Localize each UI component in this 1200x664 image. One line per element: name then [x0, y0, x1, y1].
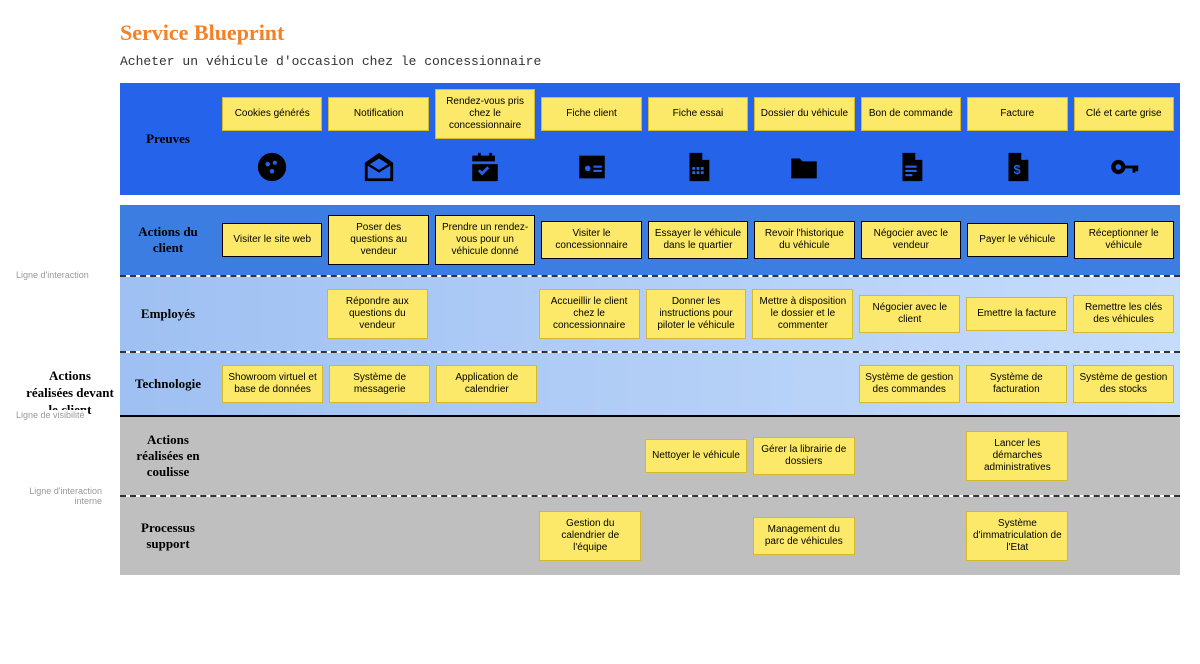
- lane-technology: Technologie Showroom virtuel et base de …: [120, 353, 1180, 415]
- diagram-subtitle: Acheter un véhicule d'occasion chez le c…: [120, 54, 1180, 69]
- empty-slot: [222, 519, 322, 553]
- evidence-card: Clé et carte grise: [1074, 97, 1174, 131]
- employees-row: Répondre aux questions du vendeur Accuei…: [216, 277, 1180, 351]
- invoice-icon: $: [967, 149, 1067, 185]
- customer-action-card: Prendre un rendez-vous pour un véhicule …: [435, 215, 535, 265]
- employee-action-card: Donner les instructions pour piloter le …: [646, 289, 747, 339]
- blueprint-canvas: Service Blueprint Acheter un véhicule d'…: [120, 20, 1180, 575]
- employee-action-card: Remettre les clés des véhicules: [1073, 295, 1174, 333]
- lane-customer: Actions du client Visiter le site web Po…: [120, 205, 1180, 275]
- evidence-card: Notification: [328, 97, 428, 131]
- lane-label-technology: Technologie: [120, 353, 216, 415]
- customer-action-card: Visiter le concessionnaire: [541, 221, 641, 259]
- empty-slot: [861, 519, 961, 553]
- lane-label-support: Processus support: [120, 497, 216, 575]
- backstage-card: Gérer la librairie de dossiers: [753, 437, 855, 475]
- customer-action-card: Essayer le véhicule dans le quartier: [648, 221, 748, 259]
- folder-icon: [754, 149, 854, 185]
- key-icon: [1074, 149, 1174, 185]
- evidence-card: Dossier du véhicule: [754, 97, 854, 131]
- divider-label-internal: Ligne d'interaction interne: [14, 487, 104, 507]
- empty-slot: [648, 367, 747, 401]
- diagram-title: Service Blueprint: [120, 20, 1180, 46]
- envelope-icon: [328, 149, 428, 185]
- evidence-card: Facture: [967, 97, 1067, 131]
- employee-action-card: Répondre aux questions du vendeur: [327, 289, 428, 339]
- lane-support: Processus support Gestion du calendrier …: [120, 497, 1180, 575]
- file-grid-icon: [648, 149, 748, 185]
- empty-slot: [222, 439, 322, 473]
- evidence-card: Cookies générés: [222, 97, 322, 131]
- empty-slot: [539, 439, 639, 473]
- divider-label-interaction: Ligne d'interaction: [14, 270, 91, 280]
- empty-slot: [1074, 439, 1174, 473]
- empty-slot: [434, 297, 533, 331]
- employee-action-card: Mettre à disposition le dossier et le co…: [752, 289, 853, 339]
- lane-backstage: Actions réalisées en coulisse Nettoyer l…: [120, 417, 1180, 495]
- divider-label-visibility: Ligne de visibilité: [14, 410, 87, 420]
- customer-action-card: Visiter le site web: [222, 223, 322, 257]
- empty-slot: [434, 439, 534, 473]
- id-card-icon: [541, 149, 641, 185]
- technology-card: Système de gestion des stocks: [1073, 365, 1174, 403]
- support-card: Gestion du calendrier de l'équipe: [539, 511, 641, 561]
- technology-card: Showroom virtuel et base de données: [222, 365, 323, 403]
- empty-slot: [754, 367, 853, 401]
- empty-slot: [543, 367, 642, 401]
- lane-label-evidence: Preuves: [120, 83, 216, 195]
- customer-action-card: Poser des questions au vendeur: [328, 215, 428, 265]
- employee-action-card: Emettre la facture: [966, 297, 1067, 331]
- empty-slot: [1074, 519, 1174, 553]
- support-card: Système d'immatriculation de l'Etat: [966, 511, 1068, 561]
- employee-action-card: Accueillir le client chez le concessionn…: [539, 289, 640, 339]
- lane-label-customer: Actions du client: [120, 205, 216, 275]
- backstage-card: Lancer les démarches administratives: [966, 431, 1068, 481]
- document-icon: [861, 149, 961, 185]
- svg-text:$: $: [1014, 162, 1021, 177]
- technology-card: Application de calendrier: [436, 365, 537, 403]
- empty-slot: [861, 439, 961, 473]
- technology-card: Système de gestion des commandes: [859, 365, 960, 403]
- technology-card: Système de facturation: [966, 365, 1067, 403]
- backstage-row: Nettoyer le véhicule Gérer la librairie …: [216, 417, 1180, 495]
- evidence-card: Bon de commande: [861, 97, 961, 131]
- evidence-row: Cookies générés Notification Rendez-vous…: [216, 83, 1180, 145]
- lane-evidence: Preuves Cookies générés Notification Ren…: [120, 83, 1180, 195]
- customer-action-card: Réceptionner le véhicule: [1074, 221, 1174, 259]
- lane-label-employees: Employés: [120, 277, 216, 351]
- customer-action-card: Négocier avec le vendeur: [861, 221, 961, 259]
- evidence-card: Fiche client: [541, 97, 641, 131]
- evidence-card: Rendez-vous pris chez le concessionnaire: [435, 89, 535, 139]
- technology-card: Système de messagerie: [329, 365, 430, 403]
- empty-slot: [328, 439, 428, 473]
- empty-slot: [434, 519, 534, 553]
- support-row: Gestion du calendrier de l'équipe Manage…: [216, 497, 1180, 575]
- employee-action-card: Négocier avec le client: [859, 295, 960, 333]
- evidence-icons-row: $: [216, 145, 1180, 195]
- lane-employees: Employés Répondre aux questions du vende…: [120, 277, 1180, 351]
- empty-slot: [222, 297, 321, 331]
- customer-action-card: Revoir l'historique du véhicule: [754, 221, 854, 259]
- calendar-check-icon: [435, 149, 535, 185]
- evidence-card: Fiche essai: [648, 97, 748, 131]
- backstage-card: Nettoyer le véhicule: [645, 439, 747, 473]
- technology-row: Showroom virtuel et base de données Syst…: [216, 353, 1180, 415]
- lane-label-backstage: Actions réalisées en coulisse: [120, 417, 216, 495]
- empty-slot: [328, 519, 428, 553]
- support-card: Management du parc de véhicules: [753, 517, 855, 555]
- customer-action-card: Payer le véhicule: [967, 223, 1067, 257]
- customer-row: Visiter le site web Poser des questions …: [216, 205, 1180, 275]
- cookie-icon: [222, 149, 322, 185]
- empty-slot: [647, 519, 747, 553]
